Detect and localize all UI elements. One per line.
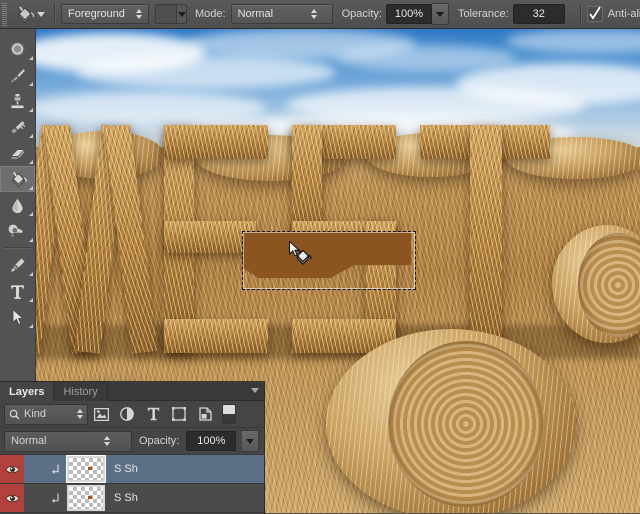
paint-bucket-tool[interactable]: [0, 166, 35, 192]
layer-thumbnail[interactable]: [67, 485, 105, 511]
clipping-arrow-icon: [51, 464, 60, 475]
layers-panel: Layers History Kind: [0, 381, 265, 514]
layer-filter-kind-spinner[interactable]: [75, 407, 85, 421]
layer-opacity-dropdown-button[interactable]: [242, 430, 259, 452]
tool-preset-picker[interactable]: [9, 1, 49, 27]
options-bar: Foreground Mode: Normal Opacity: 100% To…: [0, 0, 640, 29]
clipping-mask-indicator: [24, 484, 64, 512]
spot-healing-brush-tool[interactable]: [0, 36, 35, 62]
blend-mode-select[interactable]: Normal: [231, 4, 333, 24]
layer-opacity-input[interactable]: 100%: [186, 431, 236, 451]
options-bar-gripper[interactable]: [0, 0, 9, 28]
options-divider-2: [580, 4, 582, 24]
layer-blend-row: Normal Opacity: 100%: [0, 428, 264, 455]
eye-icon: [5, 464, 20, 475]
opacity-input[interactable]: 100%: [386, 4, 432, 24]
layer-thumbnail[interactable]: [67, 456, 105, 482]
tolerance-input[interactable]: 32: [513, 4, 565, 24]
filter-adjustment-layers-icon[interactable]: [114, 403, 140, 425]
blend-mode-spinner[interactable]: [298, 7, 329, 21]
clipping-arrow-icon: [51, 493, 60, 504]
filter-pixel-layers-icon[interactable]: [88, 403, 114, 425]
panel-menu-icon[interactable]: [251, 388, 259, 393]
flyout-triangle-icon[interactable]: [29, 186, 33, 190]
layer-filter-kind-select[interactable]: Kind: [4, 404, 88, 425]
layer-name[interactable]: S Sh: [114, 463, 138, 475]
anti-alias-option[interactable]: Anti-alias: [587, 6, 640, 22]
tab-history-label: History: [63, 386, 97, 398]
fill-source-select[interactable]: Foreground: [61, 4, 149, 24]
options-divider: [54, 4, 56, 24]
table-row[interactable]: S Sh: [0, 455, 264, 484]
eye-icon: [5, 493, 20, 504]
flyout-triangle-icon[interactable]: [29, 324, 33, 328]
flyout-triangle-icon[interactable]: [29, 238, 33, 242]
toolbox-divider: [4, 247, 31, 249]
anti-alias-label: Anti-alias: [608, 8, 640, 20]
paint-bucket-icon: [13, 3, 35, 25]
tolerance-label: Tolerance:: [458, 8, 509, 20]
path-selection-tool[interactable]: [0, 304, 35, 330]
paint-bucket-cursor: [288, 241, 314, 267]
layer-blend-mode-select[interactable]: Normal: [4, 431, 132, 452]
table-row[interactable]: S Sh: [0, 484, 264, 513]
layer-filter-row: Kind: [0, 401, 264, 428]
pattern-swatch-preview: [156, 5, 176, 23]
rectangular-marquee-selection[interactable]: [242, 231, 416, 290]
horizontal-type-tool[interactable]: [0, 278, 35, 304]
filter-enable-toggle[interactable]: [222, 404, 236, 424]
flyout-triangle-icon[interactable]: [29, 82, 33, 86]
photoshop-window: Foreground Mode: Normal Opacity: 100% To…: [0, 0, 640, 513]
opacity-dropdown-button[interactable]: [432, 3, 449, 25]
flyout-triangle-icon[interactable]: [29, 108, 33, 112]
anti-alias-checkbox[interactable]: [587, 6, 603, 22]
pen-tool[interactable]: [0, 252, 35, 278]
flyout-triangle-icon[interactable]: [29, 56, 33, 60]
layer-blend-mode-spinner[interactable]: [85, 434, 129, 448]
blur-tool[interactable]: [0, 192, 35, 218]
layer-filter-kind-label: Kind: [24, 408, 67, 420]
flyout-triangle-icon[interactable]: [29, 272, 33, 276]
layer-name[interactable]: S Sh: [114, 492, 138, 504]
layer-list: S Sh S Sh: [0, 455, 264, 513]
clipping-mask-indicator: [24, 455, 64, 483]
layer-visibility-toggle[interactable]: [0, 455, 24, 483]
layer-visibility-toggle[interactable]: [0, 484, 24, 512]
toolbox: [0, 29, 36, 381]
flyout-triangle-icon[interactable]: [29, 298, 33, 302]
pattern-swatch-dropdown[interactable]: [176, 5, 186, 23]
tab-layers[interactable]: Layers: [0, 382, 54, 401]
flyout-triangle-icon[interactable]: [29, 134, 33, 138]
filter-type-layers-icon[interactable]: [140, 403, 166, 425]
mode-label: Mode:: [195, 8, 226, 20]
filter-smart-object-layers-icon[interactable]: [192, 403, 218, 425]
bale-foreground-center-face: [388, 341, 544, 507]
panel-tab-row: Layers History: [0, 382, 264, 401]
flyout-triangle-icon[interactable]: [29, 212, 33, 216]
panel-tab-filler: [108, 381, 264, 401]
opacity-label: Opacity:: [342, 8, 382, 20]
layer-blend-mode-value: Normal: [11, 435, 81, 447]
tab-layers-label: Layers: [9, 386, 44, 398]
magnifier-icon: [9, 409, 20, 420]
layer-opacity-label: Opacity:: [139, 435, 179, 447]
brush-tool[interactable]: [0, 62, 35, 88]
blend-mode-value: Normal: [238, 8, 295, 20]
pattern-swatch[interactable]: [155, 4, 187, 24]
fill-source-value: Foreground: [68, 8, 128, 20]
tab-history[interactable]: History: [54, 382, 107, 401]
dodge-tool[interactable]: [0, 218, 35, 244]
history-brush-tool[interactable]: [0, 114, 35, 140]
filter-shape-layers-icon[interactable]: [166, 403, 192, 425]
flyout-triangle-icon[interactable]: [29, 160, 33, 164]
fill-source-spinner[interactable]: [132, 7, 146, 21]
chevron-down-icon[interactable]: [35, 3, 46, 25]
clone-stamp-tool[interactable]: [0, 88, 35, 114]
eraser-tool[interactable]: [0, 140, 35, 166]
